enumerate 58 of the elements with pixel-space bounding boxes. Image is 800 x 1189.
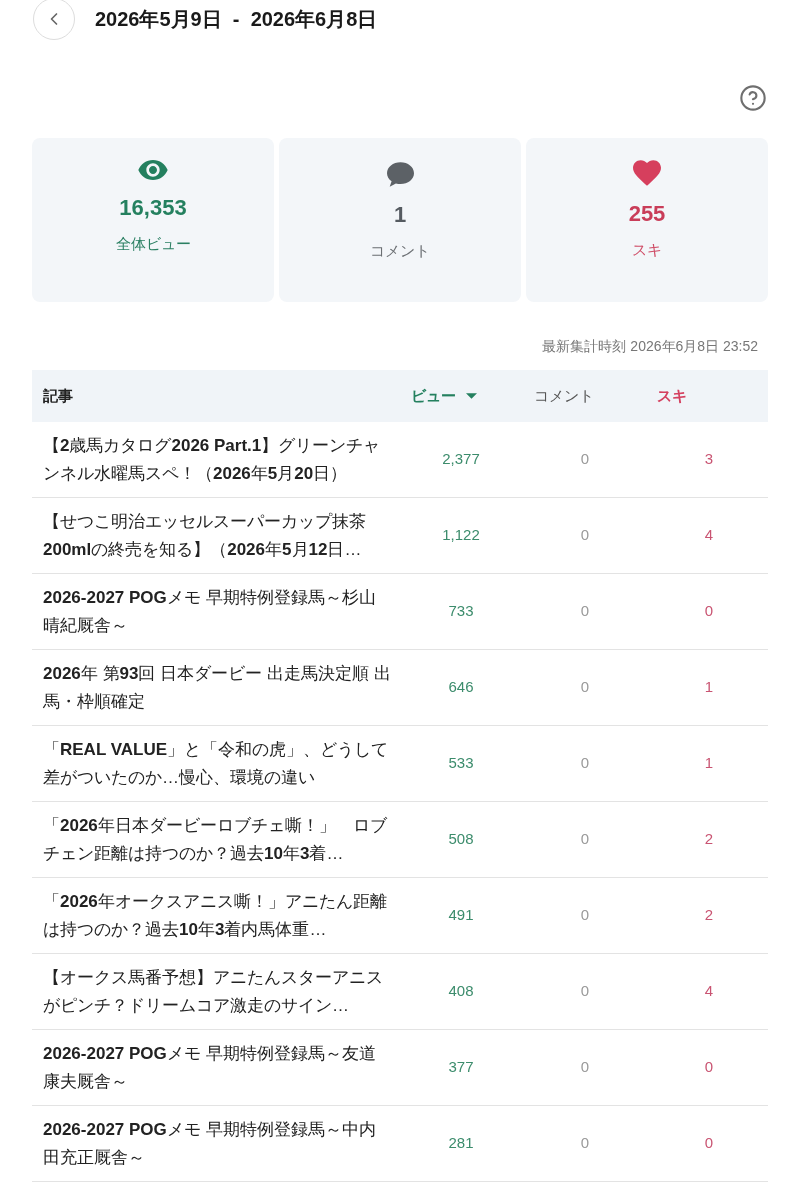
help-button[interactable] (739, 84, 767, 112)
stat-label: コメント (370, 241, 430, 261)
comment-count: 0 (580, 753, 590, 774)
view-count: 733 (448, 601, 474, 622)
article-title[interactable]: 2026年 第93回 日本ダービー 出走馬決定順 出馬・枠順確定 (43, 659, 391, 716)
article-title[interactable]: 【2歳馬カタログ2026 Part.1】グリーンチャンネル水曜馬スペ！（2026年5月20日） (43, 431, 391, 488)
view-count: 491 (448, 905, 474, 926)
article-title[interactable]: 「REAL VALUE」と「令和の虎」、どうして差がついたのか…慢心、環境の違い (43, 735, 391, 792)
speech-bubble-icon (386, 162, 414, 187)
like-count: 0 (704, 601, 714, 622)
comment-count: 0 (580, 981, 590, 1002)
article-title[interactable]: 2026-2027 POGメモ 早期特例登録馬～杉山晴紀厩舎～ (43, 583, 391, 640)
comment-count: 0 (580, 677, 590, 698)
like-count: 2 (704, 829, 714, 850)
comment-count: 0 (580, 905, 590, 926)
help-icon (739, 84, 767, 112)
view-count: 533 (448, 753, 474, 774)
stat-value: 255 (628, 200, 666, 228)
eye-icon (138, 160, 168, 180)
view-count: 377 (448, 1057, 474, 1078)
stat-label: 全体ビュー (115, 234, 191, 254)
stat-value: 1 (393, 201, 407, 229)
date-range-title: 2026年5月9日 - 2026年6月8日 (95, 7, 378, 32)
column-header[interactable]: 記事 (43, 384, 73, 408)
column-header[interactable]: スキ (657, 384, 687, 408)
comment-count: 0 (580, 525, 590, 546)
like-count: 0 (704, 1133, 714, 1154)
comment-count: 0 (580, 601, 590, 622)
column-header[interactable]: コメント (534, 384, 594, 408)
comment-count: 0 (580, 1057, 590, 1078)
like-count: 3 (704, 449, 714, 470)
stat-value: 16,353 (119, 194, 187, 222)
like-count: 4 (704, 981, 714, 1002)
comment-count: 0 (580, 829, 590, 850)
comment-count: 0 (580, 449, 590, 470)
like-count: 0 (704, 1057, 714, 1078)
view-count: 408 (448, 981, 474, 1002)
stat-label: スキ (632, 240, 662, 260)
last-updated-text: 最新集計時刻 2026年6月8日 23:52 (542, 337, 758, 356)
article-title[interactable]: 2026-2027 POGメモ 早期特例登録馬～友道康夫厩舎～ (43, 1039, 391, 1096)
comment-count: 0 (580, 1133, 590, 1154)
article-title[interactable]: 「2026年日本ダービーロブチェ嘶！」 ロブチェン距離は持つのか？過去10年3着… (43, 811, 391, 868)
view-count: 646 (448, 677, 474, 698)
article-title[interactable]: 【せつこ明治エッセルスーパーカップ抹茶200mlの終売を知る】（2026年5月12日… (43, 507, 391, 564)
like-count: 1 (704, 753, 714, 774)
heart-icon (633, 160, 661, 186)
article-title[interactable]: 2026-2027 POGメモ 早期特例登録馬～中内田充正厩舎～ (43, 1115, 391, 1172)
column-header[interactable]: ビュー (411, 384, 477, 408)
view-count: 508 (448, 829, 474, 850)
view-count: 281 (448, 1133, 474, 1154)
view-count: 1,122 (442, 525, 480, 546)
like-count: 2 (704, 905, 714, 926)
article-title[interactable]: 【オークス馬番予想】アニたんスターアニスがピンチ？ドリームコア激走のサイン… (43, 963, 391, 1020)
like-count: 1 (704, 677, 714, 698)
article-title[interactable]: 「2026年オークスアニス嘶！」アニたん距離は持つのか？過去10年3着内馬体重… (43, 887, 391, 944)
like-count: 4 (704, 525, 714, 546)
view-count: 2,377 (442, 449, 480, 470)
sort-caret-icon (466, 393, 477, 399)
